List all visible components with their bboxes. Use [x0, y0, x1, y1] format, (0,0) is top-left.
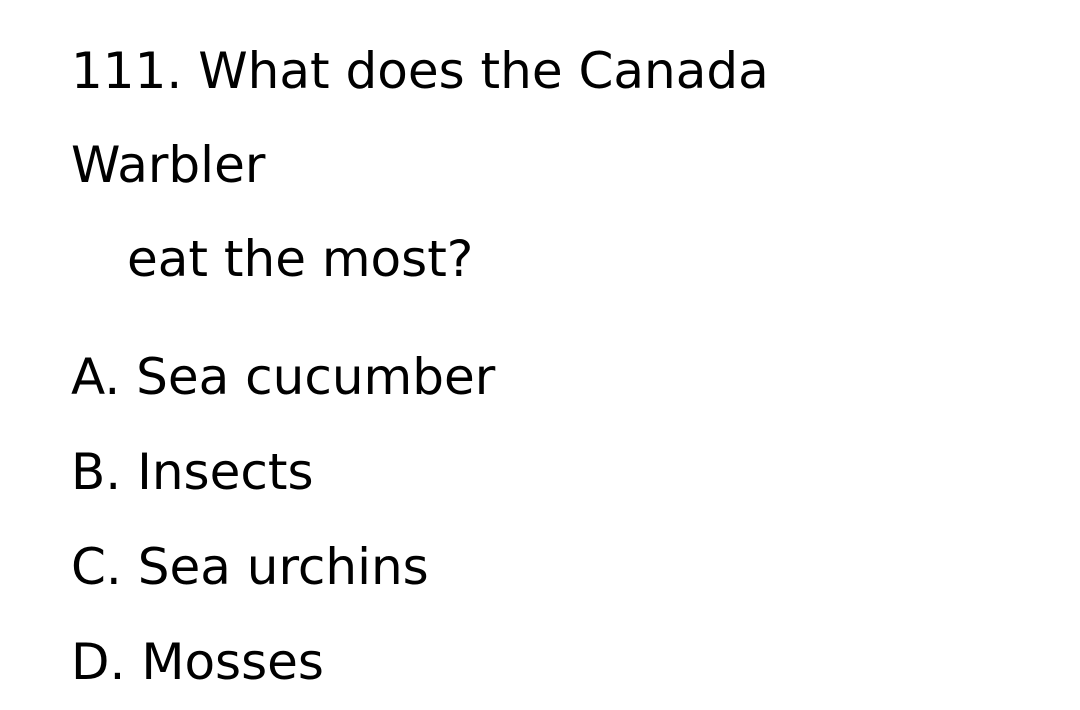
option-text: Mosses — [141, 633, 324, 691]
option-c[interactable]: C. Sea urchins — [71, 520, 1031, 615]
option-b[interactable]: B. Insects — [71, 425, 1031, 520]
option-letter: D. — [71, 633, 126, 691]
question-number: 111. — [71, 42, 183, 100]
option-text: Sea urchins — [137, 538, 429, 596]
answer-options: A. Sea cucumber B. Insects C. Sea urchin… — [71, 330, 1031, 710]
option-a[interactable]: A. Sea cucumber — [71, 330, 1031, 425]
option-letter: C. — [71, 538, 122, 596]
option-text: Insects — [137, 443, 314, 501]
question-stem: 111. What does the Canada Warbler eat th… — [71, 24, 1031, 306]
question-text: 111. What does the Canada Warbler eat th… — [71, 24, 871, 306]
question-block: 111. What does the Canada Warbler eat th… — [71, 24, 1031, 710]
option-letter: B. — [71, 443, 122, 501]
option-letter: A. — [71, 348, 121, 406]
option-text: Sea cucumber — [136, 348, 496, 406]
question-text-line-2: eat the most? — [127, 230, 474, 288]
